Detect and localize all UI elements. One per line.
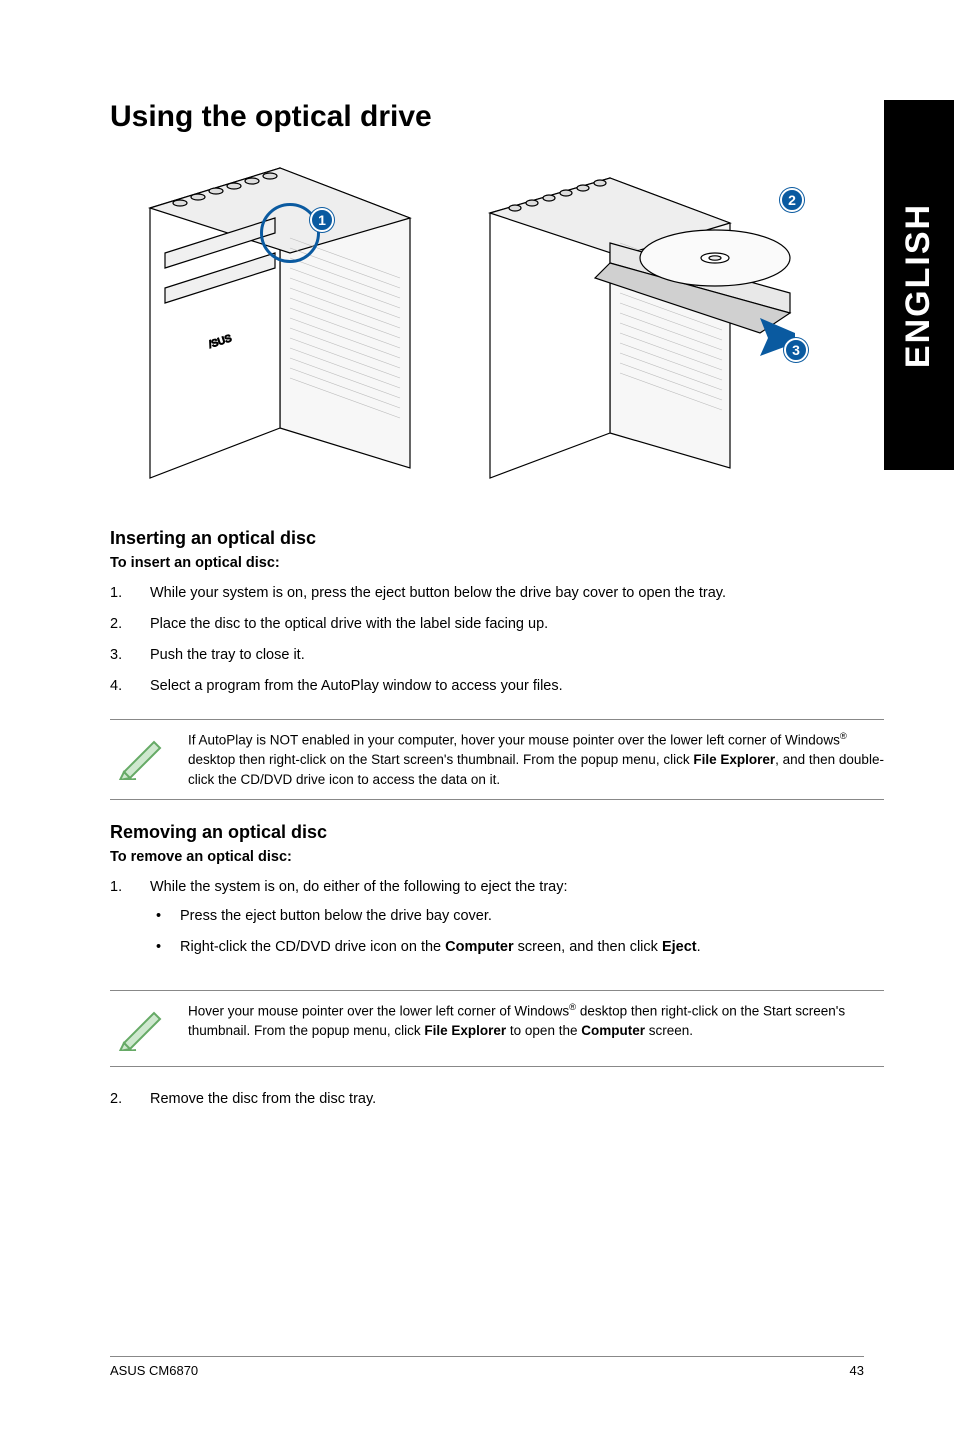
page-footer: ASUS CM6870 43 bbox=[110, 1356, 864, 1378]
tower-open-image: 2 3 bbox=[460, 148, 820, 498]
note-box-remove: Hover your mouse pointer over the lower … bbox=[110, 990, 884, 1067]
callout-ring-1 bbox=[260, 203, 320, 263]
list-item: •Press the eject button below the drive … bbox=[150, 906, 884, 927]
illustration-row: /SUS 1 bbox=[110, 148, 884, 498]
note-text-insert: If AutoPlay is NOT enabled in your compu… bbox=[188, 730, 884, 789]
page-title: Using the optical drive bbox=[110, 100, 884, 134]
inserting-steps: 1.While your system is on, press the eje… bbox=[110, 583, 884, 697]
removing-heading: Removing an optical disc bbox=[110, 822, 884, 843]
inserting-heading: Inserting an optical disc bbox=[110, 528, 884, 549]
note-text-remove: Hover your mouse pointer over the lower … bbox=[188, 1001, 884, 1041]
removing-lead: To remove an optical disc: bbox=[110, 849, 884, 865]
pencil-note-icon bbox=[110, 1001, 170, 1056]
tower-open-svg bbox=[460, 148, 820, 498]
language-sidetab: ENGLISH bbox=[884, 100, 954, 470]
list-item: 3.Push the tray to close it. bbox=[110, 645, 884, 666]
removing-steps-1: 1. While the system is on, do either of … bbox=[110, 877, 884, 968]
list-item: 4.Select a program from the AutoPlay win… bbox=[110, 676, 884, 697]
list-item: •Right-click the CD/DVD drive icon on th… bbox=[150, 937, 884, 958]
list-item: 1. While the system is on, do either of … bbox=[110, 877, 884, 968]
marker-3: 3 bbox=[784, 338, 808, 362]
marker-2: 2 bbox=[780, 188, 804, 212]
footer-page-number: 43 bbox=[850, 1363, 864, 1378]
removing-steps-2: 2.Remove the disc from the disc tray. bbox=[110, 1089, 884, 1110]
removing-sub-bullets: •Press the eject button below the drive … bbox=[150, 906, 884, 958]
list-item: 1.While your system is on, press the eje… bbox=[110, 583, 884, 604]
tower-closed-svg: /SUS bbox=[110, 148, 430, 498]
pencil-note-icon bbox=[110, 730, 170, 785]
sidetab-label: ENGLISH bbox=[900, 202, 939, 367]
marker-1: 1 bbox=[310, 208, 334, 232]
inserting-lead: To insert an optical disc: bbox=[110, 555, 884, 571]
list-item: 2.Place the disc to the optical drive wi… bbox=[110, 614, 884, 635]
page: ENGLISH Using the optical drive bbox=[0, 0, 954, 1438]
footer-left: ASUS CM6870 bbox=[110, 1363, 198, 1378]
note-box-insert: If AutoPlay is NOT enabled in your compu… bbox=[110, 719, 884, 800]
tower-closed-image: /SUS 1 bbox=[110, 148, 430, 498]
list-item: 2.Remove the disc from the disc tray. bbox=[110, 1089, 884, 1110]
